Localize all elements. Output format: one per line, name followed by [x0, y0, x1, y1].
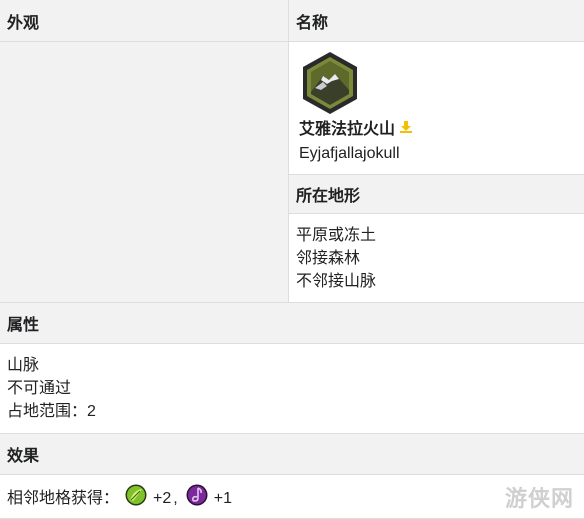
appearance-cell — [0, 42, 289, 302]
name-header: 名称 — [289, 0, 584, 42]
culture-icon — [186, 484, 208, 514]
attribute-item: 占地范围：2 — [7, 403, 96, 420]
wonder-name-en: Eyjafjallajokull — [299, 145, 400, 162]
effects-prefix: 相邻地格获得： — [7, 490, 120, 507]
name-header-label: 名称 — [296, 14, 329, 32]
effects-header: 效果 — [0, 433, 584, 475]
terrain-header: 所在地形 — [289, 174, 584, 214]
attributes-header: 属性 — [0, 302, 584, 344]
terrain-list: 平原或冻土 邻接森林 不邻接山脉 — [296, 224, 576, 293]
effects-header-label: 效果 — [7, 448, 40, 465]
wonder-name-cn: 艾雅法拉火山 — [299, 121, 396, 139]
attributes-header-label: 属性 — [7, 317, 40, 334]
wonder-info-table: 外观 名称 艾雅法拉火山 Eyjafjallajokull 所在地形 平原或冻土… — [0, 0, 584, 519]
watermark: 游侠网 — [504, 486, 574, 512]
appearance-header-label: 外观 — [7, 14, 40, 32]
terrain-item: 不邻接山脉 — [296, 273, 377, 290]
name-cell: 艾雅法拉火山 Eyjafjallajokull — [289, 42, 584, 174]
wonder-name-cn-row: 艾雅法拉火山 — [299, 119, 413, 141]
effects-line: 相邻地格获得： +2 , +1 — [7, 484, 577, 514]
effects-separator: , — [173, 490, 178, 507]
download-icon[interactable] — [399, 119, 413, 141]
terrain-header-label: 所在地形 — [296, 188, 361, 205]
terrain-item: 平原或冻土 — [296, 227, 377, 244]
attributes-list: 山脉 不可通过 占地范围：2 — [7, 354, 577, 423]
appearance-header: 外观 — [0, 0, 289, 42]
terrain-item: 邻接森林 — [296, 250, 361, 267]
attribute-item: 不可通过 — [7, 380, 72, 397]
food-icon — [125, 484, 147, 514]
food-value: +2 — [153, 490, 172, 507]
wonder-hex-icon — [303, 52, 357, 114]
attribute-item: 山脉 — [7, 357, 40, 374]
culture-value: +1 — [213, 490, 232, 507]
